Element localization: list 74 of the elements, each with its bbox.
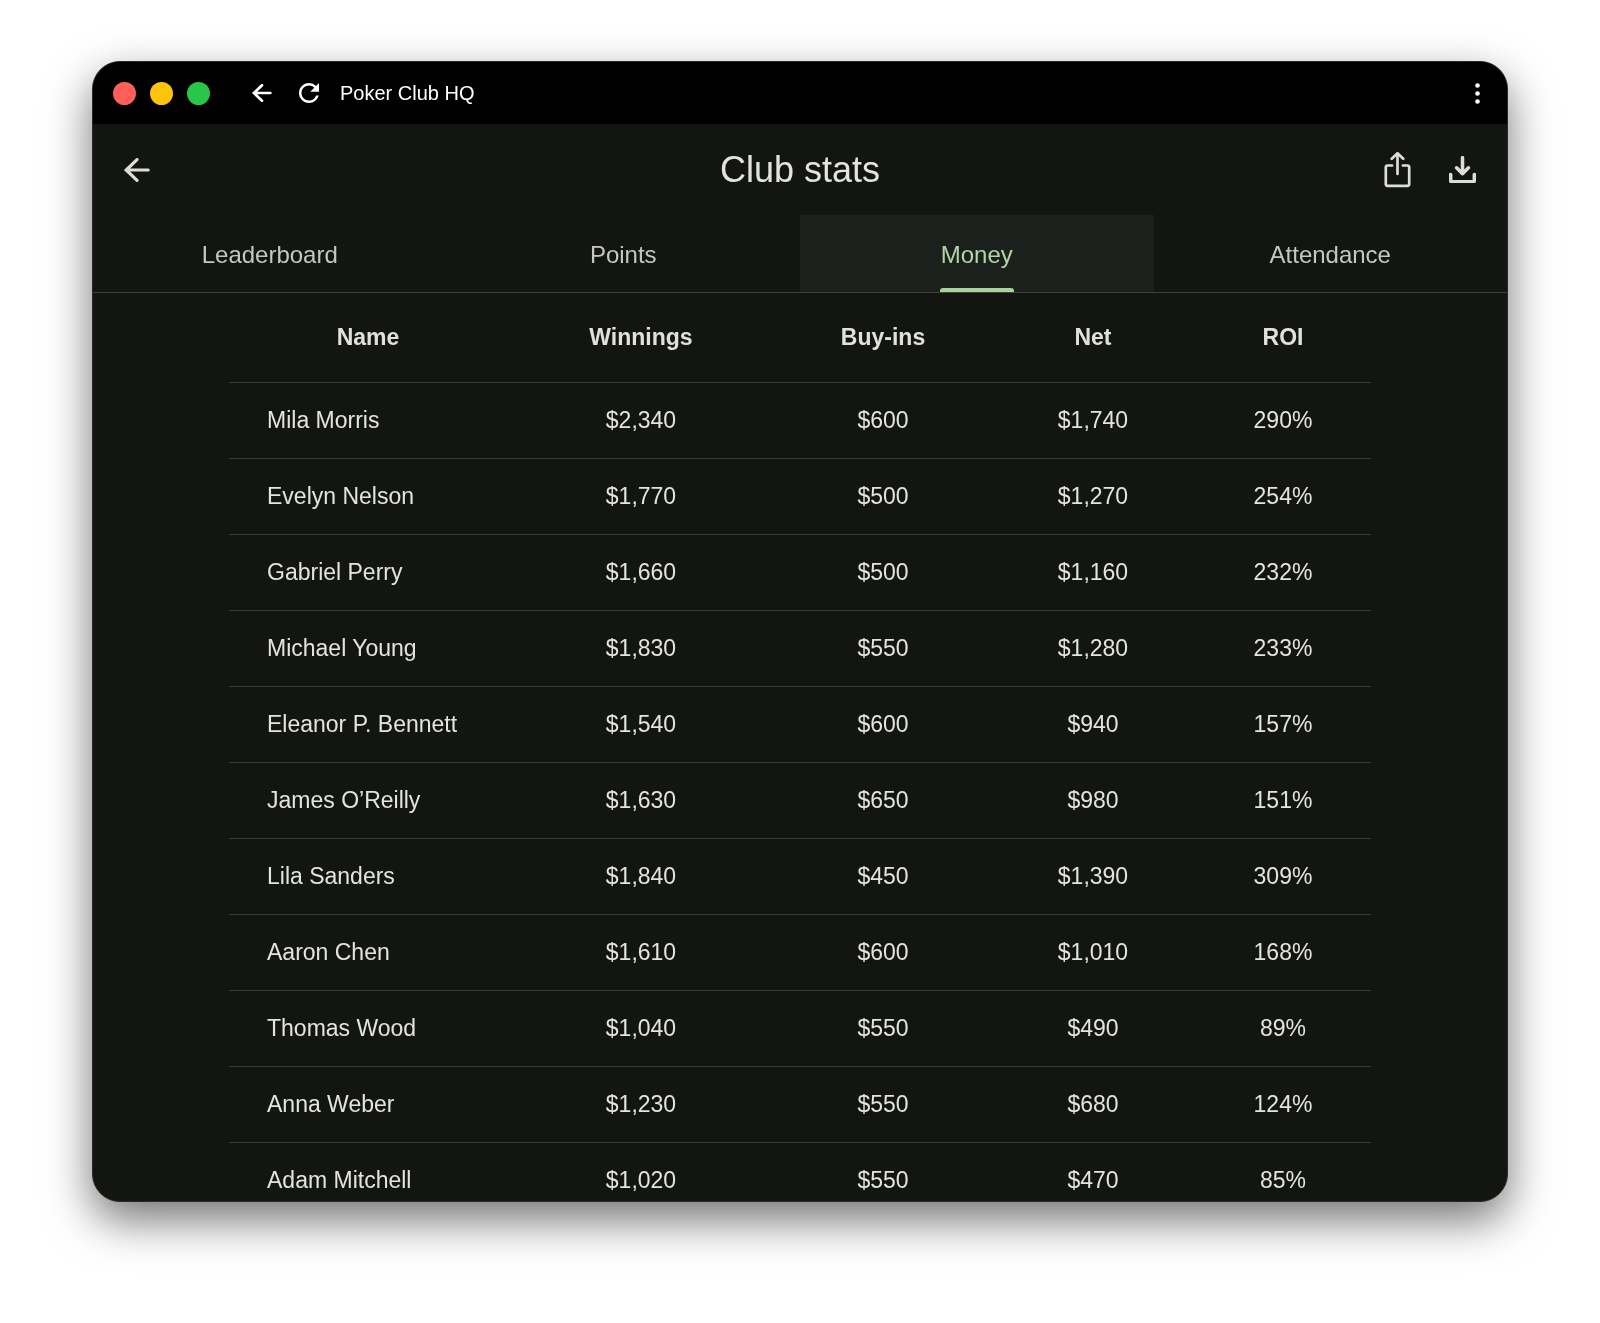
close-window-icon[interactable] <box>113 81 136 105</box>
column-header: Winnings <box>589 326 693 349</box>
player-name: Anna Weber <box>267 1093 395 1116</box>
winnings-value: $1,830 <box>605 637 677 660</box>
net-value: $680 <box>1067 1093 1119 1116</box>
net-value: $1,740 <box>1057 409 1129 432</box>
buy-ins-value: $600 <box>857 713 909 736</box>
net-value: $1,390 <box>1057 865 1129 888</box>
column-header: Buy-ins <box>840 326 926 349</box>
net-value: $940 <box>1067 713 1119 736</box>
column-header: Net <box>1074 326 1112 349</box>
net-value: $1,010 <box>1057 941 1129 964</box>
net-value: $1,270 <box>1057 485 1129 508</box>
player-name: Adam Mitchell <box>267 1169 412 1192</box>
net-value: $1,280 <box>1057 637 1129 660</box>
reload-icon[interactable] <box>299 83 319 103</box>
winnings-value: $1,540 <box>605 713 677 736</box>
column-header: Name <box>336 326 400 349</box>
roi-value: 85% <box>1259 1169 1306 1192</box>
roi-value: 89% <box>1259 1017 1306 1040</box>
net-value: $490 <box>1067 1017 1119 1040</box>
roi-value: 233% <box>1253 637 1313 660</box>
winnings-value: $2,340 <box>605 409 677 432</box>
buy-ins-value: $600 <box>857 941 909 964</box>
buy-ins-value: $550 <box>857 1017 909 1040</box>
tab[interactable]: Leaderboard <box>93 215 447 292</box>
roi-value: 290% <box>1253 409 1313 432</box>
winnings-value: $1,660 <box>605 561 677 584</box>
minimize-window-icon[interactable] <box>150 81 173 105</box>
player-name: Thomas Wood <box>267 1017 417 1040</box>
roi-value: 168% <box>1253 941 1313 964</box>
player-name: Michael Young <box>267 637 417 660</box>
player-name: Aaron Chen <box>267 941 390 964</box>
tab[interactable]: Points <box>446 215 800 292</box>
tab[interactable]: Money <box>800 215 1154 292</box>
net-value: $980 <box>1067 789 1119 812</box>
net-value: $1,160 <box>1057 561 1129 584</box>
buy-ins-value: $600 <box>857 409 909 432</box>
winnings-value: $1,840 <box>605 865 677 888</box>
back-arrow-icon[interactable] <box>124 157 150 182</box>
roi-value: 151% <box>1253 789 1313 812</box>
page-title: Club stats <box>719 151 881 188</box>
buy-ins-value: $550 <box>857 637 909 660</box>
player-name: James O’Reilly <box>267 789 421 812</box>
net-value: $470 <box>1067 1169 1119 1192</box>
buy-ins-value: $550 <box>857 1169 909 1192</box>
tab[interactable]: Attendance <box>1153 215 1507 292</box>
column-header: ROI <box>1262 326 1304 349</box>
share-icon[interactable] <box>1384 151 1411 188</box>
player-name: Eleanor P. Bennett <box>267 713 458 736</box>
winnings-value: $1,770 <box>605 485 677 508</box>
winnings-value: $1,040 <box>605 1017 677 1040</box>
player-name: Lila Sanders <box>267 865 395 888</box>
winnings-value: $1,630 <box>605 789 677 812</box>
player-name: Mila Morris <box>267 409 380 432</box>
menu-icon[interactable] <box>1475 82 1480 104</box>
roi-value: 254% <box>1253 485 1313 508</box>
roi-value: 309% <box>1253 865 1313 888</box>
roi-value: 232% <box>1253 561 1313 584</box>
window-title: Poker Club HQ <box>340 83 475 103</box>
buy-ins-value: $450 <box>857 865 909 888</box>
roi-value: 157% <box>1253 713 1313 736</box>
winnings-value: $1,230 <box>605 1093 677 1116</box>
maximize-window-icon[interactable] <box>187 81 210 105</box>
player-name: Evelyn Nelson <box>267 485 415 508</box>
download-icon[interactable] <box>1449 156 1476 183</box>
buy-ins-value: $500 <box>857 561 909 584</box>
winnings-value: $1,610 <box>605 941 677 964</box>
buy-ins-value: $500 <box>857 485 909 508</box>
buy-ins-value: $650 <box>857 789 909 812</box>
winnings-value: $1,020 <box>605 1169 677 1192</box>
roi-value: 124% <box>1253 1093 1313 1116</box>
buy-ins-value: $550 <box>857 1093 909 1116</box>
player-name: Gabriel Perry <box>267 561 403 584</box>
